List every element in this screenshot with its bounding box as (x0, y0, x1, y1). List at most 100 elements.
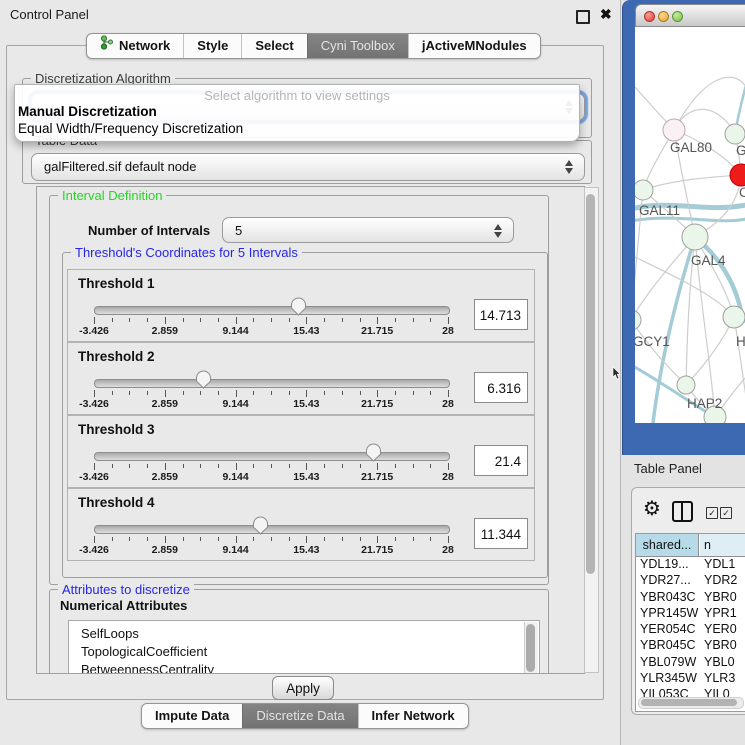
interval-definition-group: Interval Definition Number of Intervals … (49, 195, 549, 585)
list-scrollbar-thumb[interactable] (526, 624, 535, 672)
slider-tick-labels: -3.4262.8599.14415.4321.71528 (94, 544, 448, 556)
table-row[interactable]: YBR043CYBR0 (636, 590, 745, 606)
tab-style[interactable]: Style (183, 34, 241, 58)
table-scrollbar-thumb[interactable] (641, 699, 737, 706)
tab-infer-network-label: Infer Network (372, 704, 455, 728)
tab-style-label: Style (197, 34, 228, 58)
threshold-3-value-field[interactable]: 21.4 (474, 445, 528, 476)
threshold-1-slider[interactable]: -3.4262.8599.14415.4321.71528 (68, 270, 534, 341)
table-row[interactable]: YPR145WYPR1 (636, 606, 745, 622)
table-row[interactable]: YER054CYER0 (636, 622, 745, 638)
node-red-selected (730, 164, 745, 186)
table-row[interactable]: YBR045CYBR0 (636, 638, 745, 654)
table-panel-window: ⚙ ✓ ✓ shared... n YDL19...YDL1 YDR27...Y… (631, 487, 745, 715)
numerical-attributes-list: SelfLoops TopologicalCoefficient Between… (68, 620, 540, 674)
node-top-right (725, 124, 745, 144)
slider-tick-labels: -3.4262.8599.14415.4321.71528 (94, 398, 448, 410)
close-traffic-light-icon[interactable] (644, 11, 655, 22)
number-of-intervals-label: Number of Intervals (88, 223, 210, 238)
threshold-2-value-field[interactable]: 6.316 (474, 372, 528, 403)
list-scrollbar[interactable] (524, 622, 538, 674)
threshold-4-value-field[interactable]: 11.344 (474, 518, 528, 549)
slider-ticks (94, 390, 448, 398)
network-window-titlebar (635, 4, 745, 27)
table-row[interactable]: YDR27...YDR2 (636, 573, 745, 589)
table-row[interactable]: YLR345WYLR3 (636, 671, 745, 687)
slider-thumb[interactable] (252, 516, 269, 535)
threshold-1-value-field[interactable]: 14.713 (474, 299, 528, 330)
column-header-shared[interactable]: shared... (636, 534, 699, 556)
tab-impute-data[interactable]: Impute Data (142, 704, 242, 728)
tab-discretize-data[interactable]: Discretize Data (242, 704, 357, 728)
threshold-4-slider[interactable]: -3.4262.8599.14415.4321.71528 (68, 489, 534, 560)
tab-network-label: Network (119, 34, 170, 58)
tab-select[interactable]: Select (241, 34, 306, 58)
apply-button[interactable]: Apply (272, 676, 334, 700)
node-gal80 (663, 119, 685, 141)
threshold-2-slider[interactable]: -3.4262.8599.14415.4321.71528 (68, 343, 534, 414)
threshold-4-panel: Threshold 4 -3.4262.8599.14415.4321.7152… (67, 488, 535, 561)
table-panel-title: Table Panel (634, 461, 702, 476)
zoom-traffic-light-icon[interactable] (672, 11, 683, 22)
checkbox-icon[interactable]: ✓ (706, 507, 718, 519)
table-horizontal-scrollbar[interactable] (638, 697, 744, 709)
tab-select-label: Select (255, 34, 293, 58)
slider-tick-labels: -3.4262.8599.14415.4321.71528 (94, 471, 448, 483)
list-item-betweennesscentrality[interactable]: BetweennessCentrality (69, 661, 539, 674)
table-data-group: Table Data galFiltered.sif default node (22, 140, 592, 184)
interval-definition-title: Interval Definition (58, 188, 166, 203)
tab-network[interactable]: Network (87, 34, 183, 58)
float-window-icon[interactable] (576, 10, 590, 24)
dropdown-option-manual-discretization[interactable]: Manual Discretization (15, 103, 579, 120)
table-row[interactable]: YBL079WYBL0 (636, 655, 745, 671)
node-label-gcy1: GCY1 (635, 334, 670, 349)
threshold-3-slider[interactable]: -3.4262.8599.14415.4321.71528 (68, 416, 534, 487)
combobox-stepper-icon (564, 159, 573, 175)
network-canvas[interactable]: GAL80 GA C GAL11 GAL4 GCY1 H HAP2 (635, 27, 745, 423)
settings-scrollbar-thumb[interactable] (586, 194, 595, 574)
slider-thumb[interactable] (365, 443, 382, 462)
tab-cyni-toolbox-label: Cyni Toolbox (321, 34, 395, 58)
screen: Control Panel ✖ Network Style Select (0, 0, 745, 745)
cyni-bottom-tab-bar: Impute Data Discretize Data Infer Networ… (141, 703, 469, 729)
settings-vertical-scrollbar[interactable] (584, 187, 599, 673)
tab-infer-network[interactable]: Infer Network (358, 704, 468, 728)
table-data-combobox[interactable]: galFiltered.sif default node (31, 153, 585, 181)
slider-track[interactable] (94, 525, 450, 534)
slider-ticks (94, 536, 448, 544)
control-panel-tab-bar: Network Style Select Cyni Toolbox jActiv… (86, 33, 541, 59)
slider-track[interactable] (94, 379, 450, 388)
node-label-gal11: GAL11 (639, 203, 680, 218)
tab-cyni-toolbox[interactable]: Cyni Toolbox (307, 34, 408, 58)
combobox-stepper-icon (493, 223, 502, 239)
node-gal4 (682, 224, 708, 250)
checkbox-icon[interactable]: ✓ (720, 507, 732, 519)
node-hap2 (677, 376, 695, 394)
list-item-topologicalcoefficient[interactable]: TopologicalCoefficient (69, 643, 539, 661)
slider-track[interactable] (94, 452, 450, 461)
table-row[interactable]: YDL19...YDL1 (636, 557, 745, 573)
tab-jactivemnodules[interactable]: jActiveMNodules (408, 34, 540, 58)
mouse-cursor (612, 367, 621, 385)
slider-track[interactable] (94, 306, 450, 315)
table-body: YDL19...YDL1 YDR27...YDR2 YBR043CYBR0 YP… (636, 557, 745, 704)
minimize-traffic-light-icon[interactable] (658, 11, 669, 22)
thresholds-group: Threshold's Coordinates for 5 Intervals … (62, 252, 548, 578)
node-h (723, 306, 745, 328)
node-label-partial-ga: GA (736, 143, 745, 158)
list-item-selfloops[interactable]: SelfLoops (69, 621, 539, 643)
split-columns-icon[interactable] (672, 501, 693, 522)
slider-thumb[interactable] (290, 297, 307, 316)
dropdown-option-equal-width-frequency[interactable]: Equal Width/Frequency Discretization (15, 120, 579, 137)
node-attribute-table: shared... n YDL19...YDL1 YDR27...YDR2 YB… (635, 533, 745, 712)
gear-icon[interactable]: ⚙ (643, 496, 661, 520)
table-header-row: shared... n (636, 534, 745, 557)
close-icon[interactable]: ✖ (600, 6, 612, 23)
column-header-name[interactable]: n (700, 534, 745, 556)
attributes-group-title: Attributes to discretize (58, 582, 194, 597)
threshold-1-panel: Threshold 1 -3.4262.8599.14415.4321.7152… (67, 269, 535, 342)
network-graph: GAL80 GA C GAL11 GAL4 GCY1 H HAP2 (635, 27, 745, 423)
control-panel-window: Control Panel ✖ Network Style Select (0, 0, 621, 745)
number-of-intervals-combobox[interactable]: 5 (222, 217, 514, 243)
slider-thumb[interactable] (195, 370, 212, 389)
